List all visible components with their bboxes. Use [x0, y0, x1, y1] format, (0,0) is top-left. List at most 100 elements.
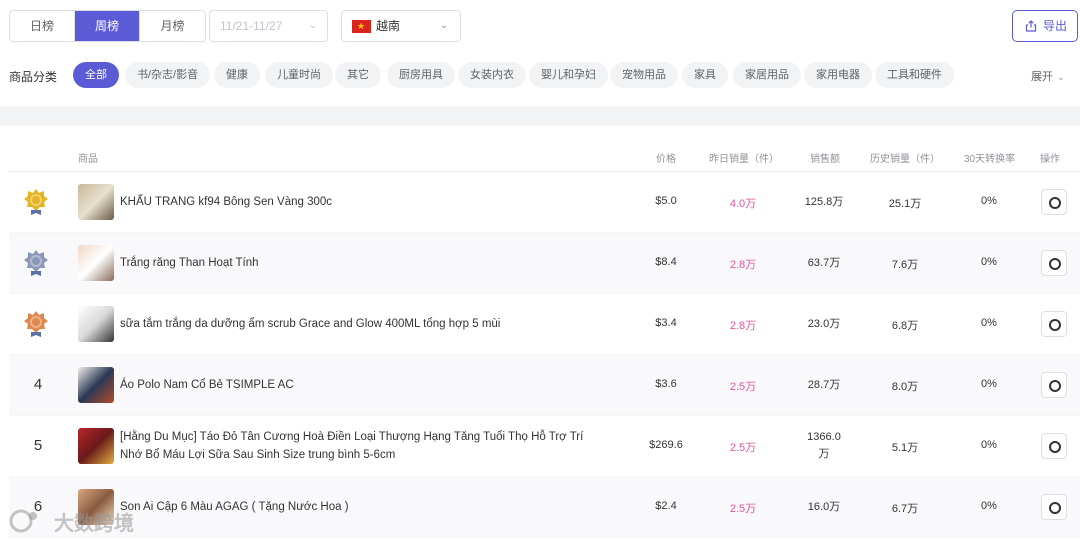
conversion-value: 0% — [981, 256, 997, 268]
category-baby[interactable]: 婴儿和孕妇 — [529, 62, 608, 88]
country-label: 越南 — [376, 19, 401, 33]
category-kids-fashion[interactable]: 儿童时尚 — [265, 62, 333, 88]
watermark: 大数跨境 — [8, 506, 134, 536]
action-button[interactable] — [1041, 433, 1067, 459]
price-value: $269.6 — [649, 439, 683, 451]
product-thumbnail[interactable] — [78, 367, 114, 403]
action-button[interactable] — [1041, 250, 1067, 276]
category-books[interactable]: 书/杂志/影音 — [125, 62, 211, 88]
revenue-line: 万 — [818, 448, 830, 460]
period-tabs: 日榜 周榜 月榜 — [9, 10, 206, 42]
bronze-medal-icon — [24, 311, 48, 337]
revenue-value: 63.7万 — [784, 255, 864, 272]
table-header: 商品 价格 昨日销量（件） 销售额 历史销量（件） 30天转换率 操作 — [9, 140, 1080, 172]
date-range-select[interactable]: 11/21-11/27 ⌄ — [209, 10, 328, 42]
conversion-value: 0% — [981, 195, 997, 207]
yesterday-sales-value: 2.8万 — [729, 320, 757, 332]
table-row: 5 [Hằng Du Mục] Táo Đỏ Tân Cương Hoà Điền… — [9, 416, 1080, 477]
watermark-text: 大数跨境 — [54, 512, 134, 535]
expand-label: 展开 — [1031, 71, 1053, 83]
product-title-line: Áo Polo Nam Cổ Bẻ TSIMPLE AC — [120, 379, 294, 391]
col-revenue: 销售额 — [810, 154, 840, 165]
product-thumbnail[interactable] — [78, 245, 114, 281]
category-kitchen[interactable]: 厨房用具 — [387, 62, 455, 88]
rank-number: 4 — [33, 376, 43, 393]
product-title[interactable]: Trắng răng Than Hoạt Tính — [120, 254, 620, 272]
price-value: $2.4 — [655, 500, 677, 512]
price-value: $3.4 — [655, 317, 677, 329]
product-title-line: [Hằng Du Mục] Táo Đỏ Tân Cương Hoà Điền … — [120, 431, 584, 443]
chevron-down-icon: ⌄ — [1057, 72, 1065, 82]
silver-medal-icon — [24, 250, 48, 276]
revenue-line: 16.0万 — [807, 500, 841, 513]
yesterday-sales-value: 2.5万 — [729, 442, 757, 454]
history-sales-value: 5.1万 — [891, 442, 919, 454]
export-icon — [1025, 20, 1037, 32]
product-title[interactable]: [Hằng Du Mục] Táo Đỏ Tân Cương Hoà Điền … — [120, 428, 620, 464]
chevron-down-icon: ⌄ — [308, 20, 317, 31]
history-sales-value: 6.8万 — [891, 320, 919, 332]
category-other[interactable]: 其它 — [335, 62, 381, 88]
export-button[interactable]: 导出 — [1012, 10, 1078, 42]
conversion-value: 0% — [981, 500, 997, 512]
product-title[interactable]: Son Ai Cập 6 Màu AGAG ( Tặng Nước Hoa ) — [120, 498, 620, 516]
col-history-sales: 历史销量（件） — [870, 154, 940, 165]
yesterday-sales-value: 2.5万 — [729, 503, 757, 515]
tab-daily[interactable]: 日榜 — [10, 11, 75, 41]
category-womenswear[interactable]: 女装内衣 — [458, 62, 526, 88]
product-thumbnail[interactable] — [78, 306, 114, 342]
yesterday-sales-value: 4.0万 — [729, 198, 757, 210]
product-title[interactable]: sữa tắm trắng da dưỡng ẩm scrub Grace an… — [120, 315, 620, 333]
product-title[interactable]: Áo Polo Nam Cổ Bẻ TSIMPLE AC — [120, 376, 620, 394]
price-value: $3.6 — [655, 378, 677, 390]
vietnam-flag-icon — [352, 11, 371, 41]
revenue-value: 125.8万 — [784, 194, 864, 211]
history-sales-value: 7.6万 — [891, 259, 919, 271]
revenue-value: 16.0万 — [784, 499, 864, 516]
action-button[interactable] — [1041, 311, 1067, 337]
category-all[interactable]: 全部 — [73, 62, 119, 88]
category-home[interactable]: 家居用品 — [733, 62, 801, 88]
product-title-line: sữa tắm trắng da dưỡng ẩm scrub Grace an… — [120, 318, 501, 330]
conversion-value: 0% — [981, 378, 997, 390]
table-row: 4 Áo Polo Nam Cổ Bẻ TSIMPLE AC $3.6 2.5万 28.… — [9, 355, 1080, 416]
history-sales-value: 6.7万 — [891, 503, 919, 515]
tab-monthly[interactable]: 月榜 — [140, 11, 205, 41]
revenue-line: 28.7万 — [807, 378, 841, 391]
revenue-value: 1366.0 万 — [784, 429, 864, 463]
history-sales-value: 25.1万 — [888, 198, 922, 210]
action-button[interactable] — [1041, 189, 1067, 215]
category-appliances[interactable]: 家用电器 — [804, 62, 872, 88]
rank-number: 5 — [33, 437, 43, 454]
tab-weekly[interactable]: 周榜 — [75, 11, 140, 41]
table-row: sữa tắm trắng da dưỡng ẩm scrub Grace an… — [9, 294, 1080, 355]
product-thumbnail[interactable] — [78, 428, 114, 464]
col-yesterday-sales: 昨日销量（件） — [709, 154, 779, 165]
col-price: 价格 — [656, 154, 676, 165]
table-row: Trắng răng Than Hoạt Tính $8.4 2.8万 63.7万 7.… — [9, 233, 1080, 294]
category-pet[interactable]: 宠物用品 — [610, 62, 678, 88]
col-product: 商品 — [78, 154, 98, 165]
yesterday-sales-value: 2.8万 — [729, 259, 757, 271]
action-button[interactable] — [1041, 494, 1067, 520]
section-divider — [0, 106, 1080, 126]
product-title-line: KHẨU TRANG kf94 Bông Sen Vàng 300c — [120, 196, 333, 208]
gold-medal-icon — [24, 189, 48, 215]
col-action: 操作 — [1040, 154, 1060, 165]
watermark-logo-icon — [9, 509, 37, 533]
conversion-value: 0% — [981, 439, 997, 451]
product-thumbnail[interactable] — [78, 184, 114, 220]
revenue-line: 125.8万 — [804, 195, 844, 208]
conversion-value: 0% — [981, 317, 997, 329]
expand-toggle[interactable]: 展开 ⌄ — [1031, 68, 1065, 84]
action-button[interactable] — [1041, 372, 1067, 398]
price-value: $5.0 — [655, 195, 677, 207]
revenue-line: 1366.0 — [807, 431, 841, 443]
product-title[interactable]: KHẨU TRANG kf94 Bông Sen Vàng 300c — [120, 193, 620, 211]
chevron-down-icon: ⌄ — [439, 20, 448, 31]
table-body: KHẨU TRANG kf94 Bông Sen Vàng 300c $5.0 4.… — [9, 172, 1080, 538]
category-tools[interactable]: 工具和硬件 — [875, 62, 954, 88]
country-select[interactable]: 越南 ⌄ — [341, 10, 461, 42]
category-health[interactable]: 健康 — [214, 62, 260, 88]
category-furniture[interactable]: 家具 — [682, 62, 728, 88]
